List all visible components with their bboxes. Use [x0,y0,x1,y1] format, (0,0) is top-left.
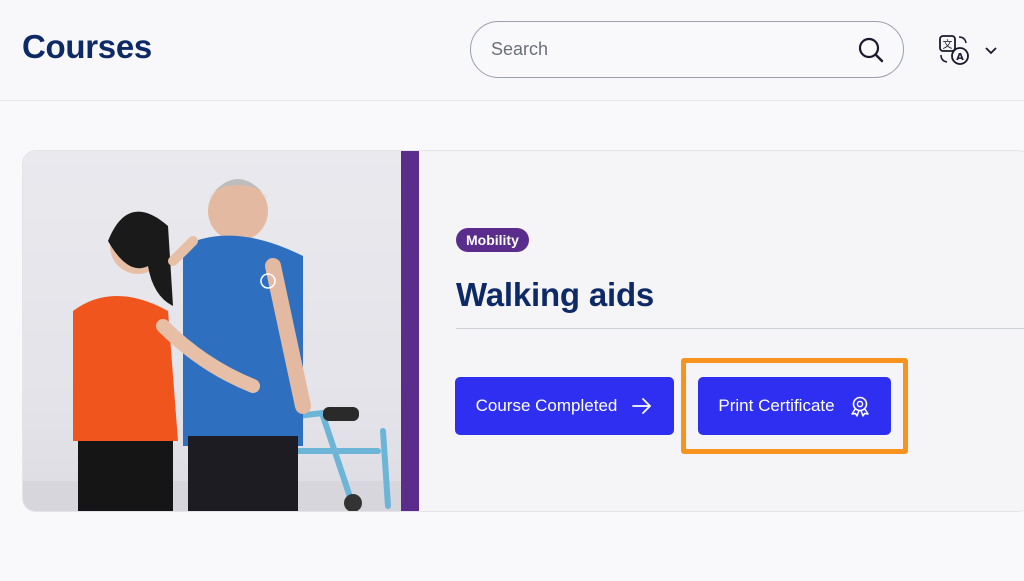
svg-text:文: 文 [943,38,953,51]
search-icon[interactable] [857,36,885,64]
print-certificate-label: Print Certificate [718,396,835,415]
course-title: Walking aids [456,276,655,313]
course-image [23,151,401,511]
course-card: Mobility Walking aids Course Completed P… [22,150,1024,512]
page-title: Courses [22,28,152,65]
arrow-right-icon [632,398,652,414]
search-input[interactable] [491,39,831,60]
course-completed-button[interactable]: Course Completed [455,377,674,435]
top-bar: Courses 文 A [0,0,1024,101]
certificate-award-icon [850,396,869,417]
search-box[interactable] [470,21,904,78]
language-selector[interactable]: 文 A [937,31,1007,69]
divider [456,328,1024,329]
category-accent-stripe [401,151,419,511]
svg-text:A: A [956,52,964,63]
translate-icon: 文 A [939,35,969,65]
chevron-down-icon [985,47,997,55]
category-badge: Mobility [456,228,529,252]
course-completed-label: Course Completed [475,396,618,415]
print-certificate-button[interactable]: Print Certificate [698,377,891,435]
